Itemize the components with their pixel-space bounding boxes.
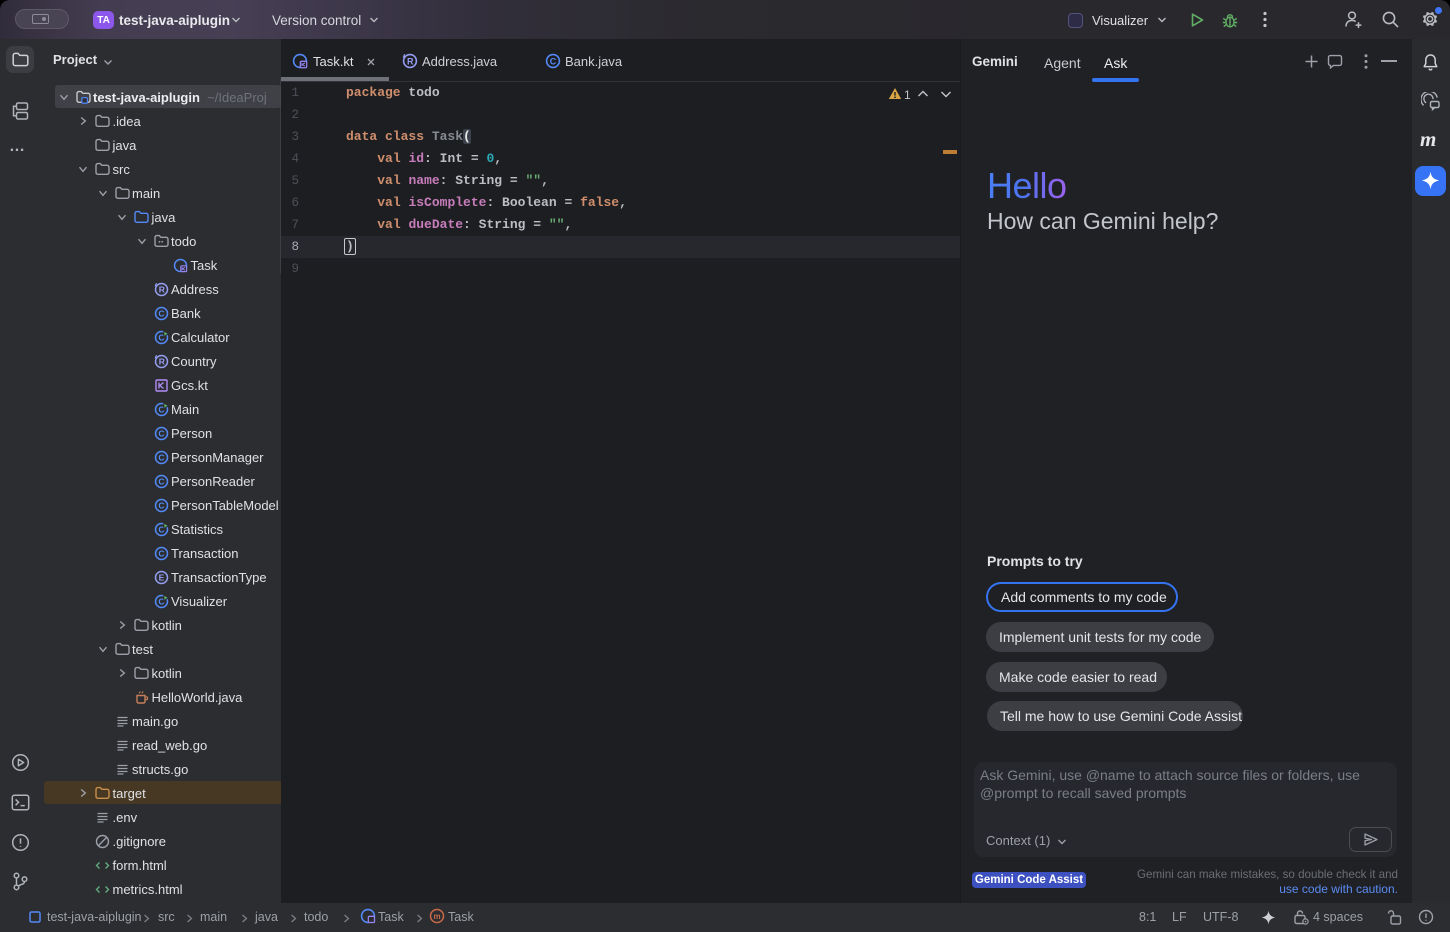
svg-text:m: m — [433, 912, 440, 921]
svg-text:C: C — [550, 56, 557, 66]
svg-text:R: R — [407, 56, 414, 66]
